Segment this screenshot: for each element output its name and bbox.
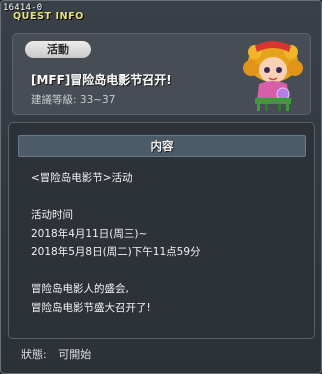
content-line: 冒险岛电影人的盛会,: [31, 283, 129, 295]
content-line: 活动时间: [31, 209, 73, 221]
quest-category-tag: 活動: [25, 41, 91, 58]
content-body: <冒险岛电影节>活动 活动时间 2018年4月11日(周三)~ 2018年5月8…: [31, 169, 301, 317]
status-label: 狀態:: [21, 348, 47, 361]
quest-summary-panel: 活動 [MFF]冒险岛电影节召开! 建議等級: 33~37: [12, 33, 311, 115]
level-value: 33~37: [79, 94, 116, 106]
recommended-level: 建議等級: 33~37: [31, 92, 115, 107]
level-label: 建議等級:: [31, 94, 77, 106]
content-line: 2018年4月11日(周三)~: [31, 227, 148, 240]
quest-status: 狀態: 可開始: [21, 346, 99, 362]
content-header: 内容: [18, 135, 306, 157]
npc-portrait-icon: [243, 41, 303, 111]
quest-info-window: 16414-0 QUEST INFO 活動 [MFF]冒险岛电影节召开! 建議等…: [0, 0, 322, 374]
quest-title: [MFF]冒险岛电影节召开!: [31, 73, 172, 87]
content-line: <冒险岛电影节>活动: [31, 172, 133, 184]
content-line: 2018年5月8日(周二)下午11点59分: [31, 246, 201, 258]
content-line: 冒险岛电影节盛大召开了!: [31, 301, 151, 314]
quest-content-panel: 内容 <冒险岛电影节>活动 活动时间 2018年4月11日(周三)~ 2018年…: [8, 122, 315, 339]
status-value: 可開始: [58, 348, 92, 361]
window-title: QUEST INFO: [13, 11, 84, 22]
